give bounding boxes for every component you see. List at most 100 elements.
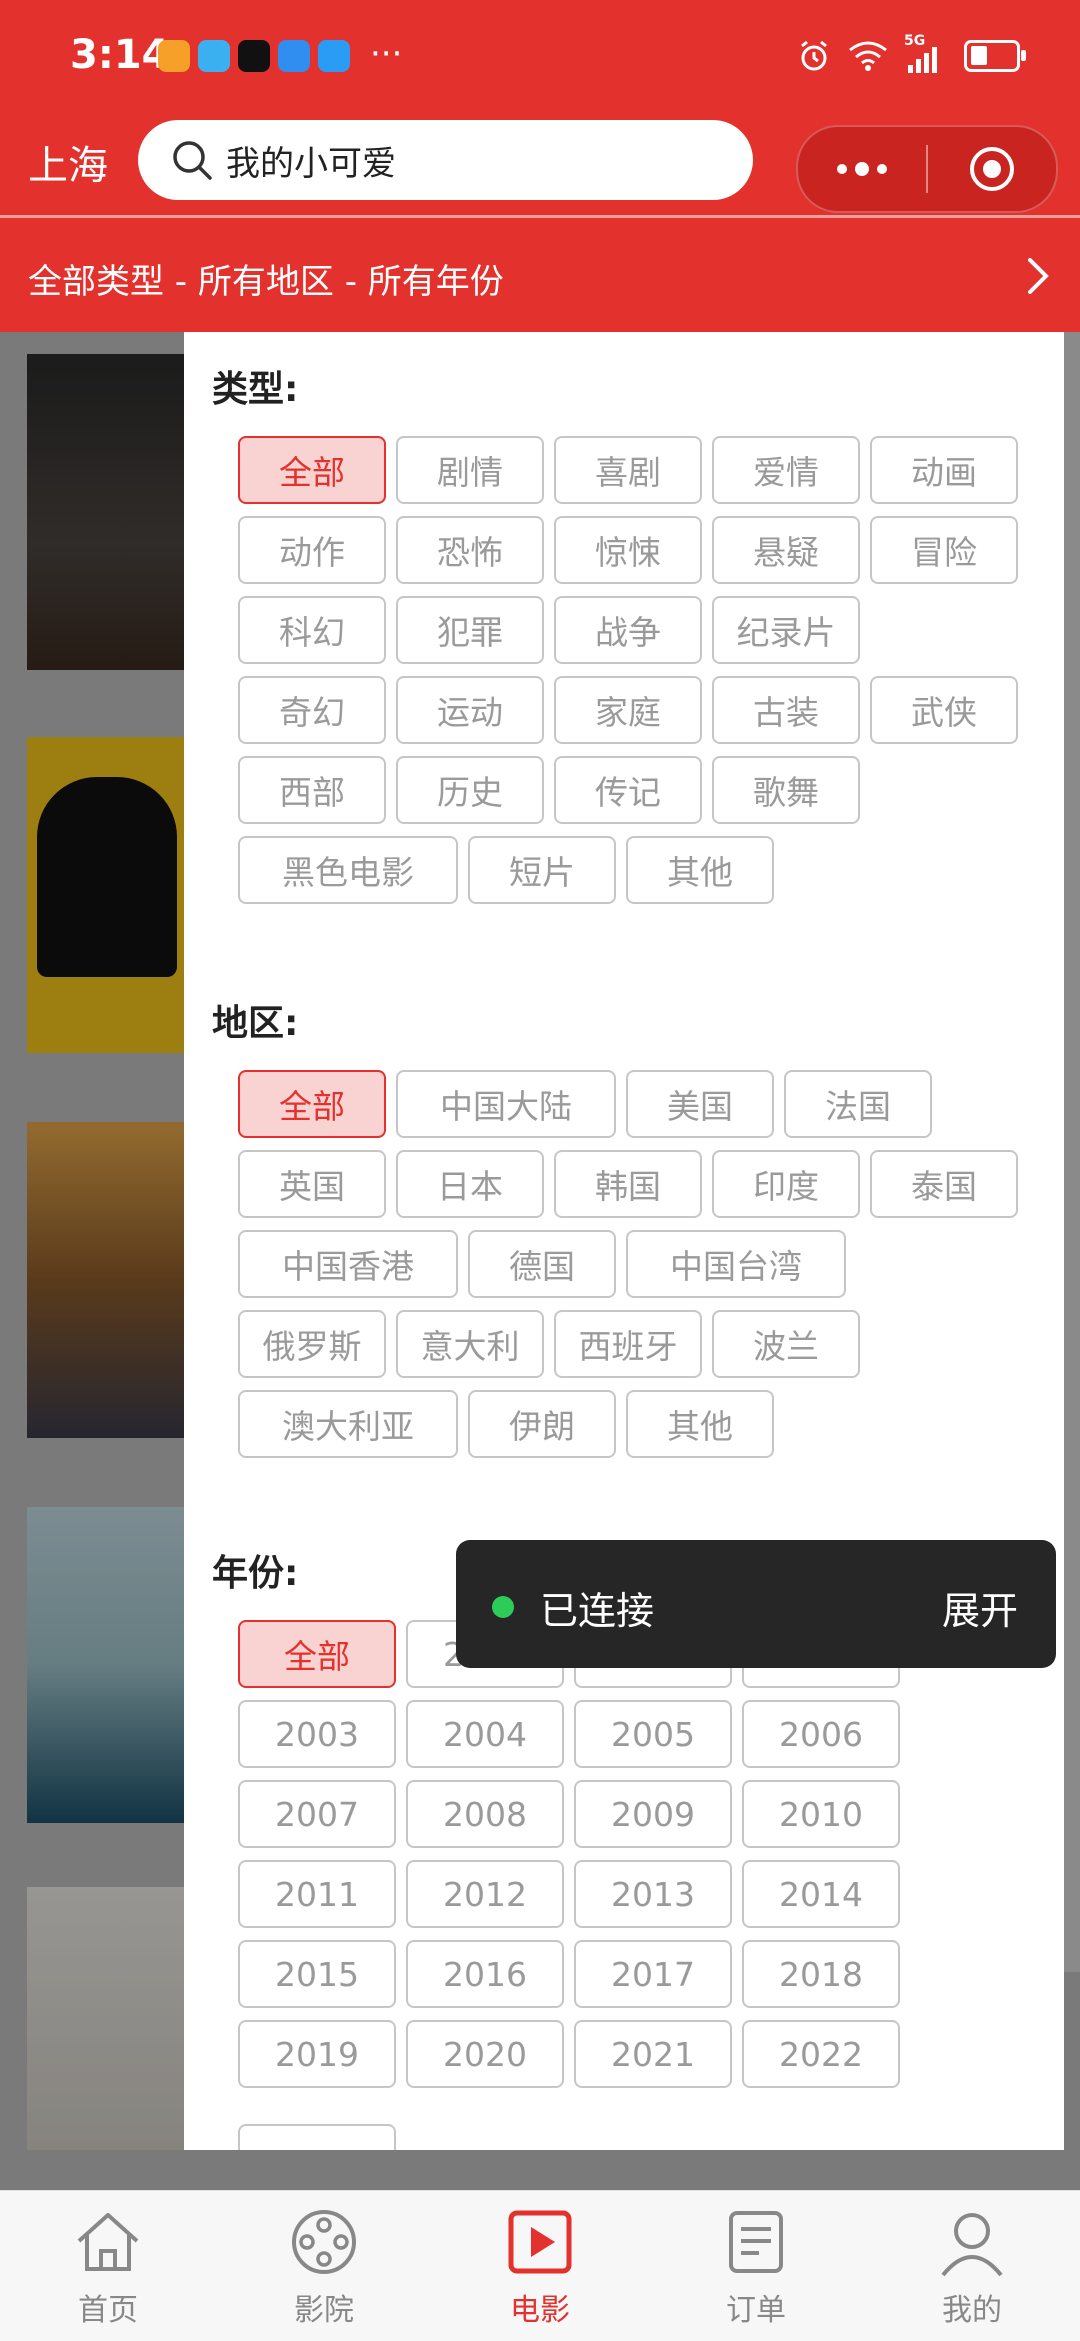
genre-chip[interactable]: 冒险 <box>870 516 1018 584</box>
year-chip[interactable]: 2003 <box>238 1700 396 1768</box>
genre-chip[interactable]: 惊悚 <box>554 516 702 584</box>
tab-orders[interactable]: 订单 <box>648 2191 864 2341</box>
year-chip[interactable]: 2022 <box>742 2020 900 2088</box>
region-title: 地区: <box>212 1003 299 1044</box>
region-chip-row: 中国香港 德国 中国台湾 <box>238 1230 1038 1298</box>
genre-chip[interactable]: 科幻 <box>238 596 386 664</box>
year-chip[interactable]: 2006 <box>742 1700 900 1768</box>
region-chip[interactable]: 中国大陆 <box>396 1070 616 1138</box>
genre-chip[interactable]: 奇幻 <box>238 676 386 744</box>
region-chip[interactable]: 美国 <box>626 1070 774 1138</box>
region-chip[interactable]: 波兰 <box>712 1310 860 1378</box>
tab-label: 首页 <box>78 2293 138 2328</box>
more-dots-icon <box>837 162 887 176</box>
genre-chip[interactable]: 传记 <box>554 756 702 824</box>
region-chip[interactable]: 泰国 <box>870 1150 1018 1218</box>
genre-chip[interactable]: 短片 <box>468 836 616 904</box>
year-chip[interactable]: 2009 <box>574 1780 732 1848</box>
genre-chip[interactable]: 黑色电影 <box>238 836 458 904</box>
genre-title: 类型: <box>212 369 299 410</box>
genre-chip[interactable]: 喜剧 <box>554 436 702 504</box>
app-notification-icon <box>318 40 350 72</box>
region-chip[interactable]: 俄罗斯 <box>238 1310 386 1378</box>
year-chip[interactable]: 全部 <box>238 1620 396 1688</box>
movie-poster <box>27 1507 185 1823</box>
genre-chip[interactable]: 剧情 <box>396 436 544 504</box>
year-chip[interactable]: 2008 <box>406 1780 564 1848</box>
genre-chip[interactable]: 动作 <box>238 516 386 584</box>
genre-chip[interactable]: 武侠 <box>870 676 1018 744</box>
year-chip[interactable]: 2004 <box>406 1700 564 1768</box>
genre-chip[interactable]: 动画 <box>870 436 1018 504</box>
mini-program-capsule <box>796 125 1058 213</box>
expand-button[interactable]: 展开 <box>942 1580 1018 1635</box>
genre-chip[interactable]: 爱情 <box>712 436 860 504</box>
genre-chip[interactable]: 恐怖 <box>396 516 544 584</box>
order-icon <box>729 2211 783 2273</box>
genre-chip[interactable]: 家庭 <box>554 676 702 744</box>
search-bar[interactable]: 我的小可爱 <box>138 120 753 200</box>
year-chip[interactable]: 2019 <box>238 2020 396 2088</box>
genre-chip[interactable]: 歌舞 <box>712 756 860 824</box>
tab-home[interactable]: 首页 <box>0 2191 216 2341</box>
header: 上海 我的小可爱 <box>0 115 1080 215</box>
genre-chip-row: 黑色电影 短片 其他 <box>238 836 1038 904</box>
genre-chip[interactable]: 古装 <box>712 676 860 744</box>
year-chip[interactable]: 2012 <box>406 1860 564 1928</box>
region-chip[interactable]: 全部 <box>238 1070 386 1138</box>
genre-chip[interactable]: 西部 <box>238 756 386 824</box>
region-chip[interactable]: 中国香港 <box>238 1230 458 1298</box>
close-mini-program-button[interactable] <box>928 127 1056 211</box>
year-chip-partial[interactable] <box>238 2124 396 2150</box>
tab-label: 电影 <box>510 2293 570 2328</box>
genre-chip[interactable]: 运动 <box>396 676 544 744</box>
year-chip[interactable]: 2014 <box>742 1860 900 1928</box>
genre-chip-row: 全部 剧情 喜剧 爱情 动画 <box>238 436 1038 504</box>
connection-toast: 已连接 展开 <box>456 1540 1056 1668</box>
region-chip[interactable]: 日本 <box>396 1150 544 1218</box>
tab-cinema[interactable]: 影院 <box>216 2191 432 2341</box>
year-chip[interactable]: 2018 <box>742 1940 900 2008</box>
genre-chip-row: 科幻 犯罪 战争 纪录片 <box>238 596 1038 664</box>
genre-chip[interactable]: 全部 <box>238 436 386 504</box>
filter-summary-bar[interactable]: 全部类型 - 所有地区 - 所有年份 <box>0 218 1080 332</box>
year-chip-row: 2007 2008 2009 2010 <box>238 1780 1038 1848</box>
more-button[interactable] <box>798 127 926 211</box>
genre-chip[interactable]: 历史 <box>396 756 544 824</box>
tab-profile[interactable]: 我的 <box>864 2191 1080 2341</box>
genre-chip[interactable]: 其他 <box>626 836 774 904</box>
region-chip[interactable]: 韩国 <box>554 1150 702 1218</box>
city-selector[interactable]: 上海 <box>28 133 108 191</box>
year-chip[interactable]: 2020 <box>406 2020 564 2088</box>
year-chip[interactable]: 2013 <box>574 1860 732 1928</box>
year-chip[interactable]: 2011 <box>238 1860 396 1928</box>
year-chip[interactable]: 2021 <box>574 2020 732 2088</box>
region-chip[interactable]: 印度 <box>712 1150 860 1218</box>
tiktok-icon <box>238 40 270 72</box>
year-chip[interactable]: 2007 <box>238 1780 396 1848</box>
alarm-icon <box>801 40 827 71</box>
region-chip[interactable]: 伊朗 <box>468 1390 616 1458</box>
year-chip[interactable]: 2017 <box>574 1940 732 2008</box>
year-chip[interactable]: 2005 <box>574 1700 732 1768</box>
region-chip[interactable]: 英国 <box>238 1150 386 1218</box>
year-chip[interactable]: 2016 <box>406 1940 564 2008</box>
region-chip[interactable]: 中国台湾 <box>626 1230 846 1298</box>
genre-chip-row: 西部 历史 传记 歌舞 <box>238 756 1038 824</box>
year-chip[interactable]: 2015 <box>238 1940 396 2008</box>
region-chip[interactable]: 意大利 <box>396 1310 544 1378</box>
region-chip[interactable]: 西班牙 <box>554 1310 702 1378</box>
region-chip[interactable]: 其他 <box>626 1390 774 1458</box>
genre-chip-row: 奇幻 运动 家庭 古装 武侠 <box>238 676 1038 744</box>
region-chip[interactable]: 澳大利亚 <box>238 1390 458 1458</box>
genre-chip[interactable]: 悬疑 <box>712 516 860 584</box>
genre-chip[interactable]: 犯罪 <box>396 596 544 664</box>
genre-chip[interactable]: 战争 <box>554 596 702 664</box>
region-chip[interactable]: 法国 <box>784 1070 932 1138</box>
region-chip[interactable]: 德国 <box>468 1230 616 1298</box>
year-chip[interactable]: 2010 <box>742 1780 900 1848</box>
genre-chip[interactable]: 纪录片 <box>712 596 860 664</box>
tab-label: 订单 <box>726 2293 786 2328</box>
region-chip-row: 澳大利亚 伊朗 其他 <box>238 1390 1038 1458</box>
tab-movies[interactable]: 电影 <box>432 2191 648 2341</box>
